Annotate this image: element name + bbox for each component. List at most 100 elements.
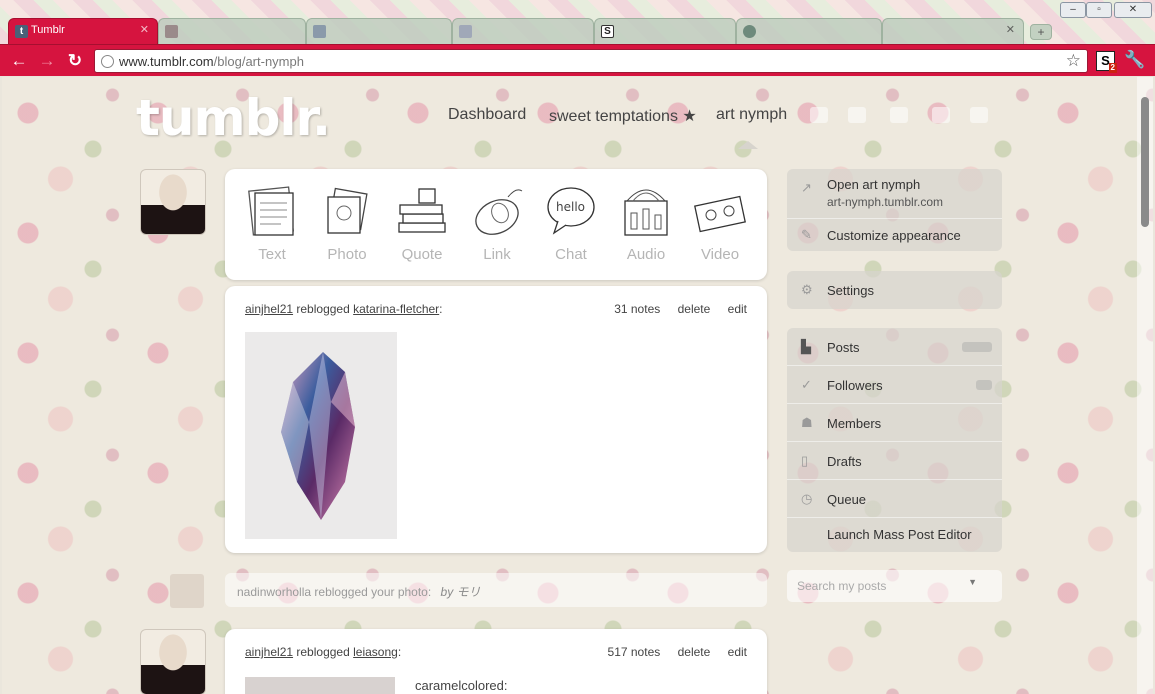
address-bar[interactable]: www.tumblr.com/blog/art-nymph ☆: [94, 49, 1088, 73]
tumblr-favicon: t: [15, 25, 28, 38]
maximize-button[interactable]: ▫: [1086, 2, 1112, 18]
tab-tumblr[interactable]: t Tumblr ✕: [8, 18, 158, 44]
sidebar-item-queue[interactable]: ◷ Queue: [787, 480, 1002, 518]
open-blog-url: art-nymph.tumblr.com: [827, 195, 944, 209]
sidebar-open-blog[interactable]: ↗ Open art nymph art-nymph.tumblr.com: [787, 169, 1002, 219]
close-icon[interactable]: ✕: [140, 23, 149, 36]
chevron-down-icon[interactable]: ▼: [968, 577, 977, 587]
post-type-label: Video: [700, 246, 740, 263]
nav-sweet-temptations[interactable]: sweet temptations ★: [549, 106, 697, 126]
reload-icon[interactable]: ↻: [64, 51, 86, 73]
post-photo-button[interactable]: Photo: [314, 183, 380, 263]
gear-icon[interactable]: [932, 107, 950, 123]
sidebar-item-followers[interactable]: ✓ Followers: [787, 366, 1002, 404]
bookmark-star-icon[interactable]: ☆: [1066, 51, 1081, 71]
tumblr-page: tumblr. Dashboard sweet temptations ★ ar…: [2, 77, 1153, 694]
nav-caret: [738, 141, 758, 149]
sidebar-item-posts[interactable]: ▙ Posts: [787, 328, 1002, 366]
gear-icon: ⚙: [801, 282, 813, 297]
notes-link[interactable]: 31 notes: [614, 302, 660, 316]
close-window-button[interactable]: ✕: [1114, 2, 1152, 18]
notification-user[interactable]: nadinworholla: [237, 585, 311, 599]
tab-2[interactable]: [158, 18, 306, 44]
post-card: ainjhel21 reblogged leiasong: 517 notes …: [225, 629, 767, 694]
post-video-button[interactable]: Video: [687, 183, 753, 263]
s-favicon: S: [601, 25, 614, 38]
post-source-link[interactable]: leiasong: [353, 645, 398, 659]
search-placeholder: Search my posts: [797, 579, 887, 593]
search-my-posts-input[interactable]: Search my posts ▼: [787, 570, 1002, 602]
quote-icon: [398, 188, 446, 233]
inbox-icon[interactable]: [810, 107, 828, 123]
image-favicon: [459, 25, 472, 38]
sidebar-settings[interactable]: ⚙ Settings: [787, 271, 1002, 309]
sidebar-item-drafts[interactable]: ▯ Drafts: [787, 442, 1002, 480]
extension-s-icon[interactable]: S2: [1096, 51, 1117, 73]
photo-icon: [327, 187, 368, 234]
settings-label: Settings: [827, 283, 874, 298]
post-type-label: Chat: [555, 246, 587, 263]
new-tab-button[interactable]: +: [1030, 24, 1052, 40]
tab-5[interactable]: S: [594, 18, 736, 44]
notification-text: reblogged: [314, 585, 368, 599]
forward-icon[interactable]: →: [36, 51, 58, 73]
sidebar-customize[interactable]: ✎ Customize appearance: [787, 219, 1002, 251]
tab-7[interactable]: ✕: [882, 18, 1024, 44]
post-controls: 517 notes delete edit: [594, 645, 747, 659]
sidebar-settings-block: ⚙ Settings: [787, 271, 1002, 309]
scrollbar-thumb[interactable]: [1141, 97, 1149, 227]
sidebar-item-label: Launch Mass Post Editor: [827, 527, 972, 542]
post-author-link[interactable]: ainjhel21: [245, 645, 293, 659]
sidebar-item-label: Posts: [827, 340, 860, 355]
post-chat-button[interactable]: hello Chat: [538, 183, 604, 263]
sidebar-item-label: Queue: [827, 492, 867, 507]
external-link-icon: ↗: [801, 180, 812, 195]
avatar[interactable]: [140, 169, 206, 235]
close-icon[interactable]: ✕: [1006, 23, 1015, 36]
text-icon: [248, 186, 294, 236]
minimize-button[interactable]: –: [1060, 2, 1086, 18]
post-snippet: caramelcolored:: [415, 678, 508, 693]
edit-link[interactable]: edit: [728, 302, 747, 316]
wrench-menu-icon[interactable]: 🔧: [1124, 50, 1145, 70]
post-quote-button[interactable]: Quote: [389, 183, 455, 263]
notes-link[interactable]: 517 notes: [608, 645, 661, 659]
post-audio-button[interactable]: Audio: [613, 183, 679, 263]
url-path: /blog/art-nymph: [213, 54, 304, 69]
post-type-bar: Text Photo Quote Link hello Chat Audio V…: [225, 169, 767, 280]
mail-icon[interactable]: [848, 107, 866, 123]
back-icon[interactable]: ←: [8, 51, 30, 73]
post-verb: reblogged: [296, 645, 350, 659]
open-blog-label: Open art nymph: [827, 177, 921, 192]
nav-dashboard[interactable]: Dashboard: [448, 106, 526, 124]
account-icon[interactable]: [970, 107, 988, 123]
post-author-link[interactable]: ainjhel21: [245, 302, 293, 316]
tab-3[interactable]: [306, 18, 452, 44]
sidebar-item-mass-editor[interactable]: Launch Mass Post Editor: [787, 518, 1002, 552]
sidebar-item-label: Followers: [827, 378, 883, 393]
avatar[interactable]: [140, 629, 206, 694]
followers-count: [976, 380, 992, 390]
tab-4[interactable]: [452, 18, 594, 44]
tab-6[interactable]: [736, 18, 882, 44]
post-photo[interactable]: [245, 677, 395, 694]
delete-link[interactable]: delete: [678, 645, 711, 659]
edit-link[interactable]: edit: [728, 645, 747, 659]
chat-icon: hello: [547, 187, 595, 235]
post-text-button[interactable]: Text: [239, 183, 305, 263]
post-link-button[interactable]: Link: [464, 183, 530, 263]
post-controls: 31 notes delete edit: [600, 302, 747, 316]
post-photo[interactable]: [245, 332, 397, 539]
browser-tab-strip: t Tumblr ✕ S ✕ + – ▫ ✕: [0, 0, 1155, 46]
power-icon[interactable]: [890, 107, 908, 123]
sidebar-item-members[interactable]: ☗ Members: [787, 404, 1002, 442]
delete-link[interactable]: delete: [678, 302, 711, 316]
post-source-link[interactable]: katarina-fletcher: [353, 302, 439, 316]
sidebar-nav-block: ▙ Posts ✓ Followers ☗ Members ▯ Drafts ◷…: [787, 328, 1002, 552]
post-header: ainjhel21 reblogged leiasong:: [245, 645, 402, 659]
nav-art-nymph[interactable]: art nymph: [716, 106, 787, 124]
notification-thumbnail[interactable]: [170, 574, 204, 608]
svg-text:hello: hello: [556, 200, 585, 214]
tumblr-logo[interactable]: tumblr.: [136, 89, 331, 147]
scrollbar[interactable]: [1137, 77, 1153, 694]
